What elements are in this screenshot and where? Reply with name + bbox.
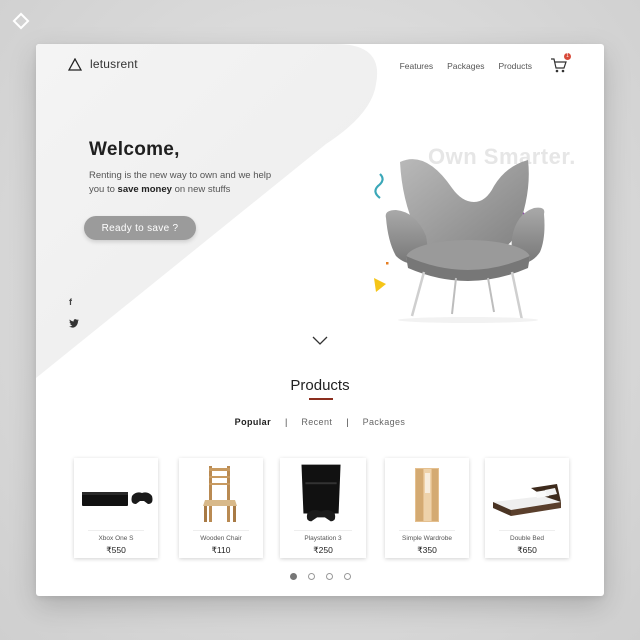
card-divider: [294, 530, 352, 531]
nav-products[interactable]: Products: [498, 61, 532, 71]
product-card-wooden-chair[interactable]: Wooden Chair ₹110: [179, 458, 263, 558]
product-price: ₹550: [106, 545, 126, 555]
playstation-icon: [301, 464, 341, 522]
product-name: Double Bed: [510, 535, 544, 542]
products-section-title: Products: [290, 377, 350, 394]
tagline-text-end: on new stuffs: [171, 183, 231, 195]
product-name: Xbox One S: [98, 535, 134, 542]
twitter-bird-icon: [69, 319, 79, 328]
tab-popular[interactable]: Popular: [221, 417, 285, 427]
product-price: ₹110: [211, 545, 231, 555]
card-divider: [499, 530, 555, 531]
page-card: letusrent Features Packages Products 1 W…: [36, 44, 604, 596]
xbox-console-icon: [82, 492, 153, 506]
wooden-chair-icon: [203, 466, 237, 522]
pagination-dot-3[interactable]: [325, 573, 333, 580]
brand-logo[interactable]: letusrent: [68, 57, 138, 71]
cart-button[interactable]: 1: [550, 53, 571, 74]
product-card-playstation[interactable]: Playstation 3 ₹250: [280, 458, 366, 558]
nav-packages[interactable]: Packages: [447, 61, 484, 71]
product-card-wardrobe[interactable]: Simple Wardrobe ₹350: [385, 458, 469, 558]
nav-features[interactable]: Features: [400, 61, 434, 71]
triangle-logo-icon: [68, 57, 82, 71]
pagination-dot-1[interactable]: [289, 573, 297, 580]
wardrobe-icon: [415, 468, 439, 522]
product-card-xbox[interactable]: Xbox One S ₹550: [74, 458, 158, 558]
corner-logo-icon: [12, 12, 30, 30]
tab-packages[interactable]: Packages: [349, 417, 420, 427]
tab-recent[interactable]: Recent: [287, 417, 346, 427]
double-bed-icon: [493, 484, 561, 516]
cart-badge: 1: [564, 53, 571, 60]
tagline-emphasis: save money: [117, 183, 172, 195]
card-divider: [399, 530, 455, 531]
product-name: Wooden Chair: [200, 535, 242, 542]
pagination-dot-4[interactable]: [343, 573, 351, 580]
main-nav: Features Packages Products: [400, 61, 532, 71]
chevron-down-icon[interactable]: [312, 336, 328, 346]
title-underline: [309, 398, 333, 400]
twitter-icon[interactable]: [69, 319, 79, 330]
product-price: ₹650: [517, 545, 537, 555]
product-price: ₹250: [313, 545, 333, 555]
brand-name: letusrent: [90, 57, 138, 71]
armchair-illustration: [374, 159, 545, 323]
pagination-dot-2[interactable]: [307, 573, 315, 580]
product-name: Simple Wardrobe: [402, 535, 452, 542]
card-divider: [193, 530, 249, 531]
product-tabs: Popular | Recent | Packages: [36, 417, 604, 427]
carousel-pagination: [36, 573, 604, 580]
product-name: Playstation 3: [304, 535, 342, 542]
card-divider: [88, 530, 144, 531]
ready-to-save-button[interactable]: Ready to save ?: [84, 216, 196, 240]
product-price: ₹350: [417, 545, 437, 555]
product-card-double-bed[interactable]: Double Bed ₹650: [485, 458, 569, 558]
hero-tagline: Renting is the new way to own and we hel…: [89, 169, 289, 196]
facebook-icon[interactable]: f: [69, 297, 72, 307]
hero-title: Welcome,: [89, 139, 180, 160]
